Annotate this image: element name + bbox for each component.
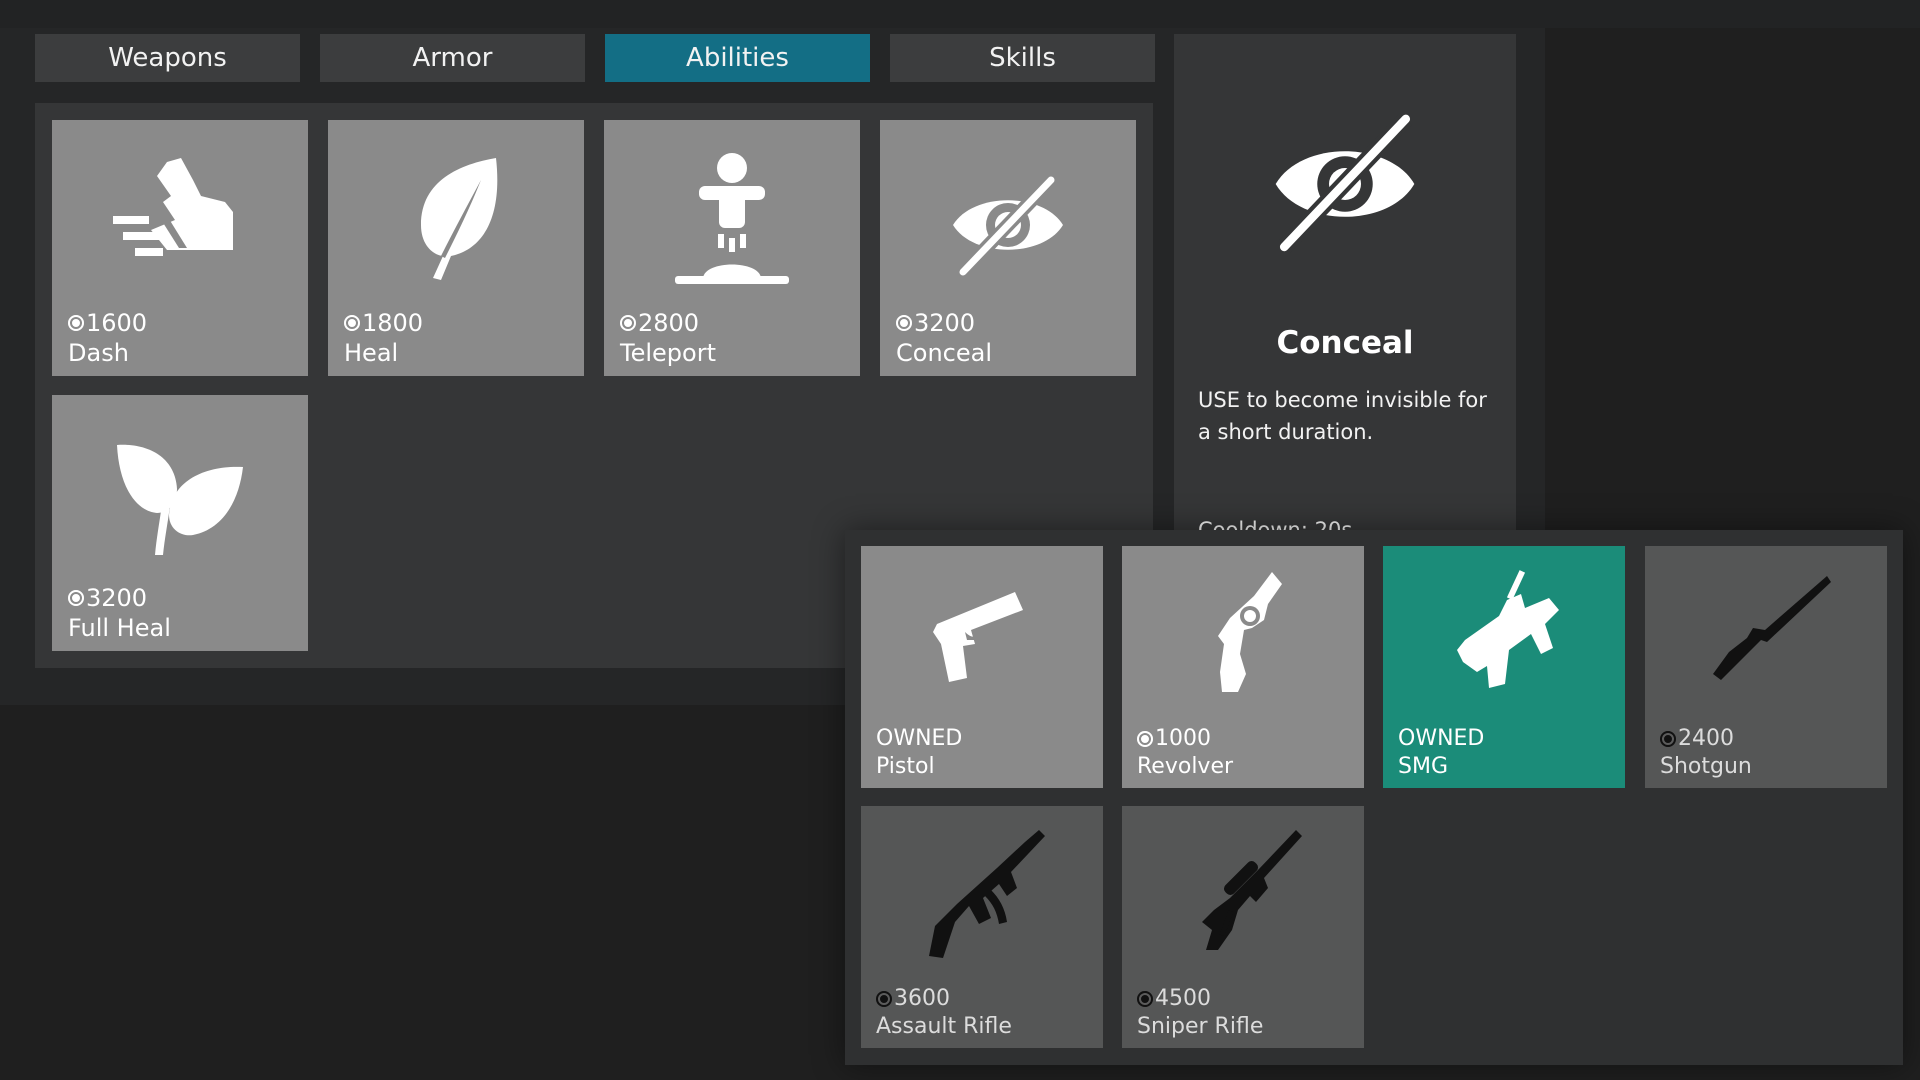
weapon-name: Revolver [1137,754,1234,779]
weapon-card-assault-rifle[interactable]: 3600 Assault Rifle [861,806,1103,1048]
weapon-price: 1000 [1137,726,1211,751]
weapon-card-revolver[interactable]: 1000 Revolver [1122,546,1364,788]
price-value: 3600 [894,986,950,1011]
ability-card-dash[interactable]: 1600 Dash [52,120,308,376]
ability-card-conceal[interactable]: 3200 Conceal [880,120,1136,376]
ability-price: 3200 [896,309,975,337]
weapon-status: OWNED [1398,726,1485,751]
eye-slash-icon [933,150,1083,300]
revolver-icon [1168,566,1318,716]
tab-abilities[interactable]: Abilities [605,34,870,82]
price-value: 1800 [362,309,424,337]
ability-name: Teleport [620,339,716,367]
weapon-card-shotgun[interactable]: 2400 Shotgun [1645,546,1887,788]
leaf-icon [381,150,531,300]
price-value: 3200 [86,584,148,612]
ability-detail-panel: Conceal USE to become invisible for a sh… [1174,34,1516,542]
coin-icon [1137,990,1153,1007]
tab-weapons[interactable]: Weapons [35,34,300,82]
coin-icon [876,990,892,1007]
weapon-status: OWNED [876,726,963,751]
ability-name: Full Heal [68,614,171,642]
price-value: 1000 [1155,726,1211,751]
weapon-name: Sniper Rifle [1137,1014,1264,1039]
shotgun-icon [1691,566,1841,716]
price-value: 4500 [1155,986,1211,1011]
tab-armor[interactable]: Armor [320,34,585,82]
coin-icon [68,590,84,606]
coin-icon [68,315,84,331]
teleport-person-icon [657,150,807,300]
ability-card-full-heal[interactable]: 3200 Full Heal [52,395,308,651]
background-top-strip [0,0,1920,28]
ability-card-heal[interactable]: 1800 Heal [328,120,584,376]
double-leaf-icon [105,425,255,575]
weapon-price: 3600 [876,986,950,1011]
price-value: 3200 [914,309,976,337]
ability-name: Heal [344,339,399,367]
detail-description: USE to become invisible for a short dura… [1198,388,1487,444]
detail-title: Conceal [1276,325,1414,361]
ability-price: 2800 [620,309,699,337]
category-tabs: Weapons Armor Abilities Skills [35,34,1155,82]
ability-name: Conceal [896,339,992,367]
weapon-name: SMG [1398,754,1448,779]
weapon-name: Pistol [876,754,935,779]
coin-icon [344,315,360,331]
sniper-rifle-icon [1168,826,1318,976]
tab-skills[interactable]: Skills [890,34,1155,82]
eye-slash-icon [1265,104,1425,264]
ability-card-teleport[interactable]: 2800 Teleport [604,120,860,376]
coin-icon [1660,730,1676,747]
weapon-card-sniper-rifle[interactable]: 4500 Sniper Rifle [1122,806,1364,1048]
running-shoe-icon [105,150,255,300]
weapon-card-pistol[interactable]: OWNED Pistol [861,546,1103,788]
price-value: 2800 [638,309,700,337]
price-value: 1600 [86,309,148,337]
coin-icon [1137,730,1153,747]
weapon-name: Shotgun [1660,754,1752,779]
pistol-icon [907,566,1057,716]
weapon-price: 4500 [1137,986,1211,1011]
weapon-name: Assault Rifle [876,1014,1012,1039]
ability-price: 1600 [68,309,147,337]
ability-price: 3200 [68,584,147,612]
price-value: 2400 [1678,726,1734,751]
weapons-panel: OWNED Pistol 1000 Revolver OWNED SMG 240… [845,530,1903,1065]
assault-rifle-icon [907,826,1057,976]
ability-name: Dash [68,339,129,367]
ability-price: 1800 [344,309,423,337]
coin-icon [896,315,912,331]
coin-icon [620,315,636,331]
weapon-card-smg[interactable]: OWNED SMG [1383,546,1625,788]
smg-icon [1429,566,1579,716]
weapon-price: 2400 [1660,726,1734,751]
